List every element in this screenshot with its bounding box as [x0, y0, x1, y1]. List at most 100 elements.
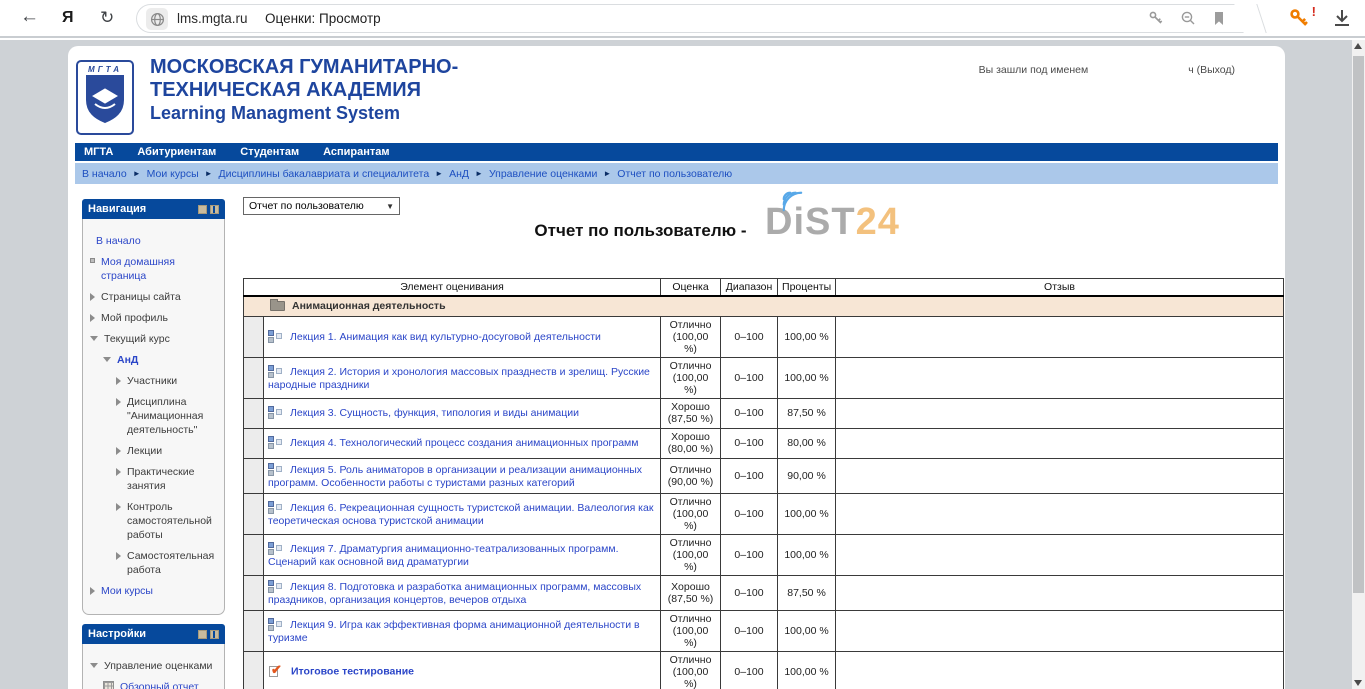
category-label[interactable]: Анимационная деятельность: [292, 300, 446, 312]
sidebar-item: АнД: [103, 353, 217, 367]
table-row: Лекция 4. Технологический процесс создан…: [244, 428, 1284, 458]
yandex-logo-icon[interactable]: Я: [62, 9, 74, 27]
alert-badge: !: [1312, 4, 1316, 19]
table-row: Лекция 6. Рекреационная сущность туристс…: [244, 493, 1284, 534]
breadcrumb-item-2[interactable]: Дисциплины бакалавриата и специалитета: [219, 168, 430, 180]
navigation-block-title: Навигация: [88, 203, 146, 215]
grade-percent: (100,00 %): [665, 508, 716, 532]
breadcrumb-item-3[interactable]: АнД: [449, 168, 469, 180]
range-cell: 0–100: [721, 316, 778, 357]
url-domain[interactable]: lms.mgta.ru: [177, 11, 248, 26]
title-line-3: Learning Managment System: [150, 102, 458, 125]
feedback-cell: [836, 575, 1284, 610]
sidebar-item-label[interactable]: Моя домашняя страница: [101, 255, 217, 283]
title-line-1: МОСКОВСКАЯ ГУМАНИТАРНО-: [150, 56, 458, 79]
sidebar-item-label[interactable]: Обзорный отчет: [120, 680, 199, 689]
item-link[interactable]: Лекция 3. Сущность, функция, типология и…: [290, 407, 579, 419]
category-cell: Анимационная деятельность: [244, 296, 1284, 316]
down-bullet-icon[interactable]: [90, 663, 98, 668]
sidebar-item: Моя домашняя страница: [90, 255, 217, 283]
lesson-icon: [268, 365, 283, 379]
nav-item-3[interactable]: Аспирантам: [323, 146, 389, 158]
item-link[interactable]: Лекция 2. История и хронология массовых …: [268, 365, 650, 390]
sidebar-item-label[interactable]: Текущий курс: [104, 332, 170, 346]
sidebar-item-label[interactable]: Самостоятельная работа: [127, 549, 217, 577]
password-key-icon[interactable]: [1148, 10, 1164, 26]
grade-percent: (80,00 %): [665, 443, 716, 455]
item-link[interactable]: Лекция 9. Игра как эффективная форма ани…: [268, 618, 640, 643]
scroll-up-arrow-icon[interactable]: [1354, 43, 1362, 49]
sidebar-item: Управление оценками: [90, 659, 217, 673]
breadcrumb-item-1[interactable]: Мои курсы: [147, 168, 199, 180]
sidebar-item-label[interactable]: Страницы сайта: [101, 290, 181, 304]
dock-block-icon[interactable]: [210, 630, 219, 639]
password-alert-icon[interactable]: !: [1288, 7, 1310, 34]
grade-percent: (87,50 %): [665, 593, 716, 605]
download-icon[interactable]: [1332, 8, 1352, 33]
scrollbar-thumb[interactable]: [1353, 56, 1364, 593]
sidebar-item-label[interactable]: Участники: [127, 374, 177, 388]
grade-word: Отлично: [665, 537, 716, 549]
sidebar-item-label[interactable]: Мой профиль: [101, 311, 168, 325]
grade-word: Отлично: [665, 360, 716, 372]
grade-cell: Хорошо(87,50 %): [661, 575, 721, 610]
sidebar-item-label[interactable]: Контроль самостоятельной работы: [127, 500, 217, 542]
breadcrumb-item-5[interactable]: Отчет по пользователю: [617, 168, 732, 180]
right-bullet-icon[interactable]: [90, 314, 95, 322]
right-bullet-icon[interactable]: [90, 587, 95, 595]
dock-block-icon[interactable]: [210, 205, 219, 214]
right-bullet-icon[interactable]: [90, 293, 95, 301]
tab-title: Оценки: Просмотр: [265, 11, 381, 26]
report-type-select[interactable]: Отчет по пользователю ▼: [243, 197, 400, 215]
item-link[interactable]: Лекция 4. Технологический процесс создан…: [290, 437, 638, 449]
right-bullet-icon[interactable]: [116, 503, 121, 511]
item-link[interactable]: Итоговое тестирование: [291, 665, 414, 677]
feedback-cell: [836, 610, 1284, 651]
collapse-block-icon[interactable]: [198, 630, 207, 639]
item-link[interactable]: Лекция 8. Подготовка и разработка анимац…: [268, 580, 641, 605]
right-bullet-icon[interactable]: [116, 447, 121, 455]
right-bullet-icon[interactable]: [116, 377, 121, 385]
item-link[interactable]: Лекция 6. Рекреационная сущность туристс…: [268, 501, 653, 526]
sidebar-item-label[interactable]: Дисциплина "Анимационная деятельность": [127, 395, 217, 437]
percent-cell: 100,00 %: [778, 493, 836, 534]
bookmark-icon[interactable]: [1212, 11, 1226, 26]
nav-item-2[interactable]: Студентам: [240, 146, 299, 158]
right-bullet-icon[interactable]: [116, 398, 121, 406]
grade-percent: (90,00 %): [665, 476, 716, 488]
zoom-icon[interactable]: [1180, 10, 1196, 26]
sidebar-item-label[interactable]: Управление оценками: [104, 659, 212, 673]
lesson-icon: [268, 501, 283, 515]
nav-item-1[interactable]: Абитуриентам: [137, 146, 216, 158]
vertical-scrollbar[interactable]: [1352, 40, 1365, 689]
address-bar[interactable]: lms.mgta.ru Оценки: Просмотр: [136, 4, 1254, 33]
item-link[interactable]: Лекция 7. Драматургия анимационно-театра…: [268, 542, 619, 567]
right-bullet-icon[interactable]: [116, 552, 121, 560]
sidebar-item-label[interactable]: АнД: [117, 353, 138, 367]
spacer-cell: [244, 575, 264, 610]
item-link[interactable]: Лекция 5. Роль аниматоров в организации …: [268, 463, 642, 488]
back-icon[interactable]: ←: [20, 6, 39, 28]
percent-cell: 100,00 %: [778, 610, 836, 651]
refresh-icon[interactable]: ↻: [100, 8, 114, 28]
university-logo[interactable]: МГТА: [76, 60, 134, 135]
sidebar-item-label[interactable]: В начало: [96, 234, 141, 248]
breadcrumb-item-0[interactable]: В начало: [82, 168, 127, 180]
sidebar-item-label[interactable]: Лекции: [127, 444, 162, 458]
sidebar-item-label[interactable]: Мои курсы: [101, 584, 153, 598]
grade-cell: Отлично(100,00 %): [661, 316, 721, 357]
right-bullet-icon[interactable]: [116, 468, 121, 476]
logout-link[interactable]: ч (Выход): [1188, 64, 1235, 76]
scroll-down-arrow-icon[interactable]: [1354, 680, 1362, 686]
sidebar-item-label[interactable]: Практические занятия: [127, 465, 217, 493]
settings-block-title: Настройки: [88, 628, 146, 640]
down-bullet-icon[interactable]: [90, 336, 98, 341]
spacer-cell: [244, 534, 264, 575]
collapse-block-icon[interactable]: [198, 205, 207, 214]
breadcrumb-item-4[interactable]: Управление оценками: [489, 168, 597, 180]
nav-item-0[interactable]: МГТА: [84, 146, 113, 158]
item-link[interactable]: Лекция 1. Анимация как вид культурно-дос…: [290, 330, 601, 342]
item-title-cell: Лекция 6. Рекреационная сущность туристс…: [264, 493, 661, 534]
down-bullet-icon[interactable]: [103, 357, 111, 362]
column-header: Элемент оценивания: [244, 279, 661, 297]
